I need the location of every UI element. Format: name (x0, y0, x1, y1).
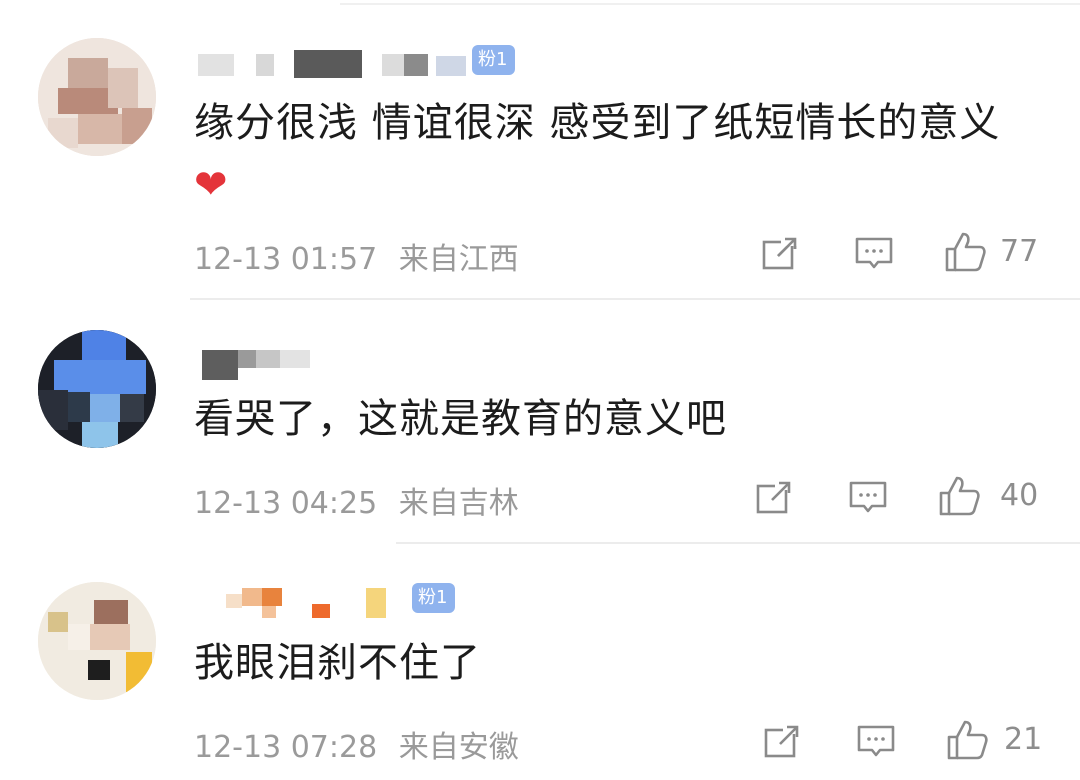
username-redacted[interactable] (196, 346, 336, 380)
comment-text: 缘分很浅 情谊很深 感受到了纸短情长的意义 ❤ (194, 92, 1034, 216)
comment-item: 看哭了，这就是教育的意义吧 12-13 04:25 来自吉林 40 (0, 300, 1080, 544)
comment-time: 12-13 01:57 (194, 242, 378, 277)
comment-time: 12-13 07:28 (194, 730, 378, 765)
avatar[interactable] (38, 38, 156, 156)
like-count: 21 (1004, 722, 1043, 757)
comment-meta: 12-13 01:57 来自江西 (194, 234, 519, 278)
comment-body: 缘分很浅 情谊很深 感受到了纸短情长的意义 (194, 100, 1001, 146)
like-count: 77 (1000, 234, 1039, 269)
comment-location: 来自吉林 (398, 486, 519, 521)
like-count: 40 (1000, 478, 1039, 513)
fan-badge: 粉1 (412, 583, 456, 613)
fan-badge: 粉1 (472, 45, 516, 75)
like-icon[interactable] (938, 474, 982, 518)
comment-icon[interactable] (854, 236, 894, 272)
comment-body: 我眼泪刹不住了 (194, 640, 481, 686)
comment-item: 粉1 缘分很浅 情谊很深 感受到了纸短情长的意义 ❤ 12-13 01:57 来… (0, 0, 1080, 300)
heart-emoji-icon: ❤ (194, 162, 229, 208)
comment-item: 粉1 我眼泪刹不住了 12-13 07:28 来自安徽 21 (0, 544, 1080, 780)
like-icon[interactable] (946, 718, 990, 762)
share-icon[interactable] (762, 724, 802, 760)
share-icon[interactable] (760, 236, 800, 272)
username-redacted[interactable] (196, 584, 436, 618)
comment-time: 12-13 04:25 (194, 486, 378, 521)
comment-text: 看哭了，这就是教育的意义吧 (194, 388, 1034, 450)
avatar[interactable] (38, 330, 156, 448)
comment-icon[interactable] (848, 480, 888, 516)
share-icon[interactable] (754, 480, 794, 516)
comment-location: 来自江西 (398, 242, 519, 277)
avatar[interactable] (38, 582, 156, 700)
comment-location: 来自安徽 (398, 730, 519, 765)
comment-text: 我眼泪刹不住了 (194, 632, 1034, 694)
like-icon[interactable] (944, 230, 988, 274)
comment-meta: 12-13 07:28 来自安徽 (194, 722, 519, 766)
comment-icon[interactable] (856, 724, 896, 760)
comment-body: 看哭了，这就是教育的意义吧 (194, 396, 727, 442)
comment-meta: 12-13 04:25 来自吉林 (194, 478, 519, 522)
